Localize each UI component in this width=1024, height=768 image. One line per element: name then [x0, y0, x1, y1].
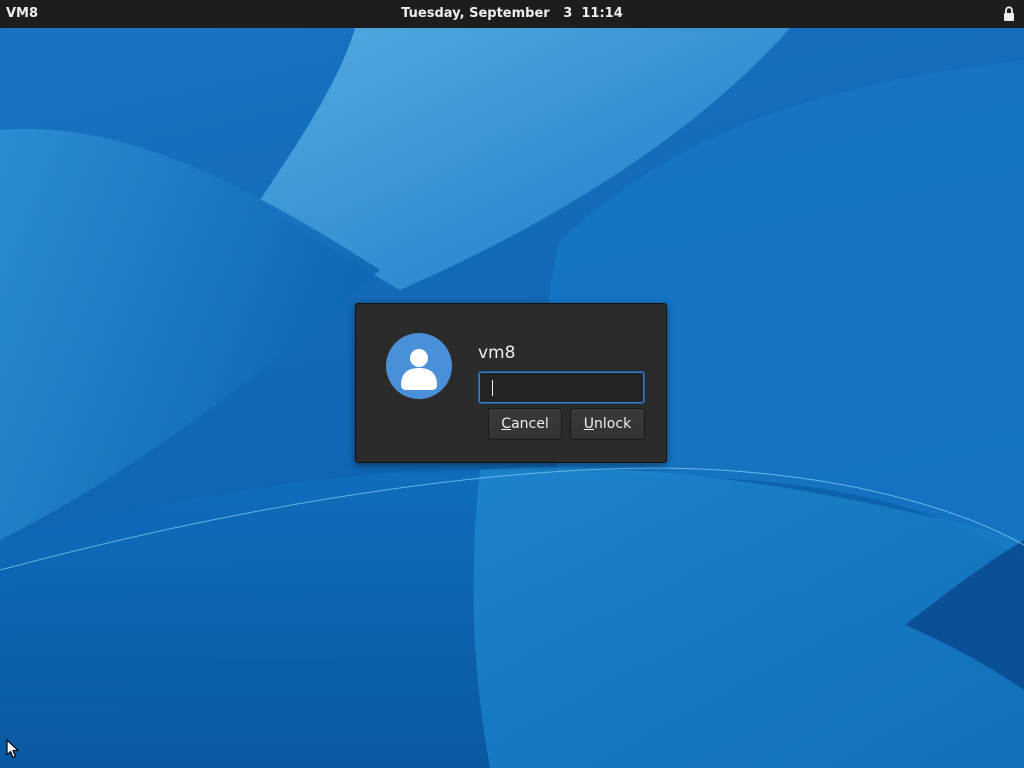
password-field[interactable] — [478, 371, 645, 404]
unlock-mnemonic: U — [583, 416, 595, 432]
user-avatar-icon — [386, 333, 452, 399]
username-label: vm8 — [478, 343, 516, 363]
cancel-mnemonic: C — [501, 416, 512, 432]
cancel-label: ancel — [511, 416, 549, 432]
top-bar: VM8 Tuesday, September 3 11:14 — [0, 0, 1024, 28]
desktop: VM8 Tuesday, September 3 11:14 vm8 Cance… — [0, 0, 1024, 768]
mouse-pointer-icon — [6, 739, 19, 759]
text-cursor — [492, 380, 493, 396]
unlock-dialog: vm8 Cancel Unlock — [355, 303, 667, 463]
cancel-button[interactable]: Cancel — [488, 408, 562, 440]
clock[interactable]: Tuesday, September 3 11:14 — [0, 6, 1024, 22]
lock-icon[interactable] — [1003, 6, 1015, 22]
unlock-label: nlock — [594, 416, 632, 432]
unlock-button[interactable]: Unlock — [570, 408, 645, 440]
